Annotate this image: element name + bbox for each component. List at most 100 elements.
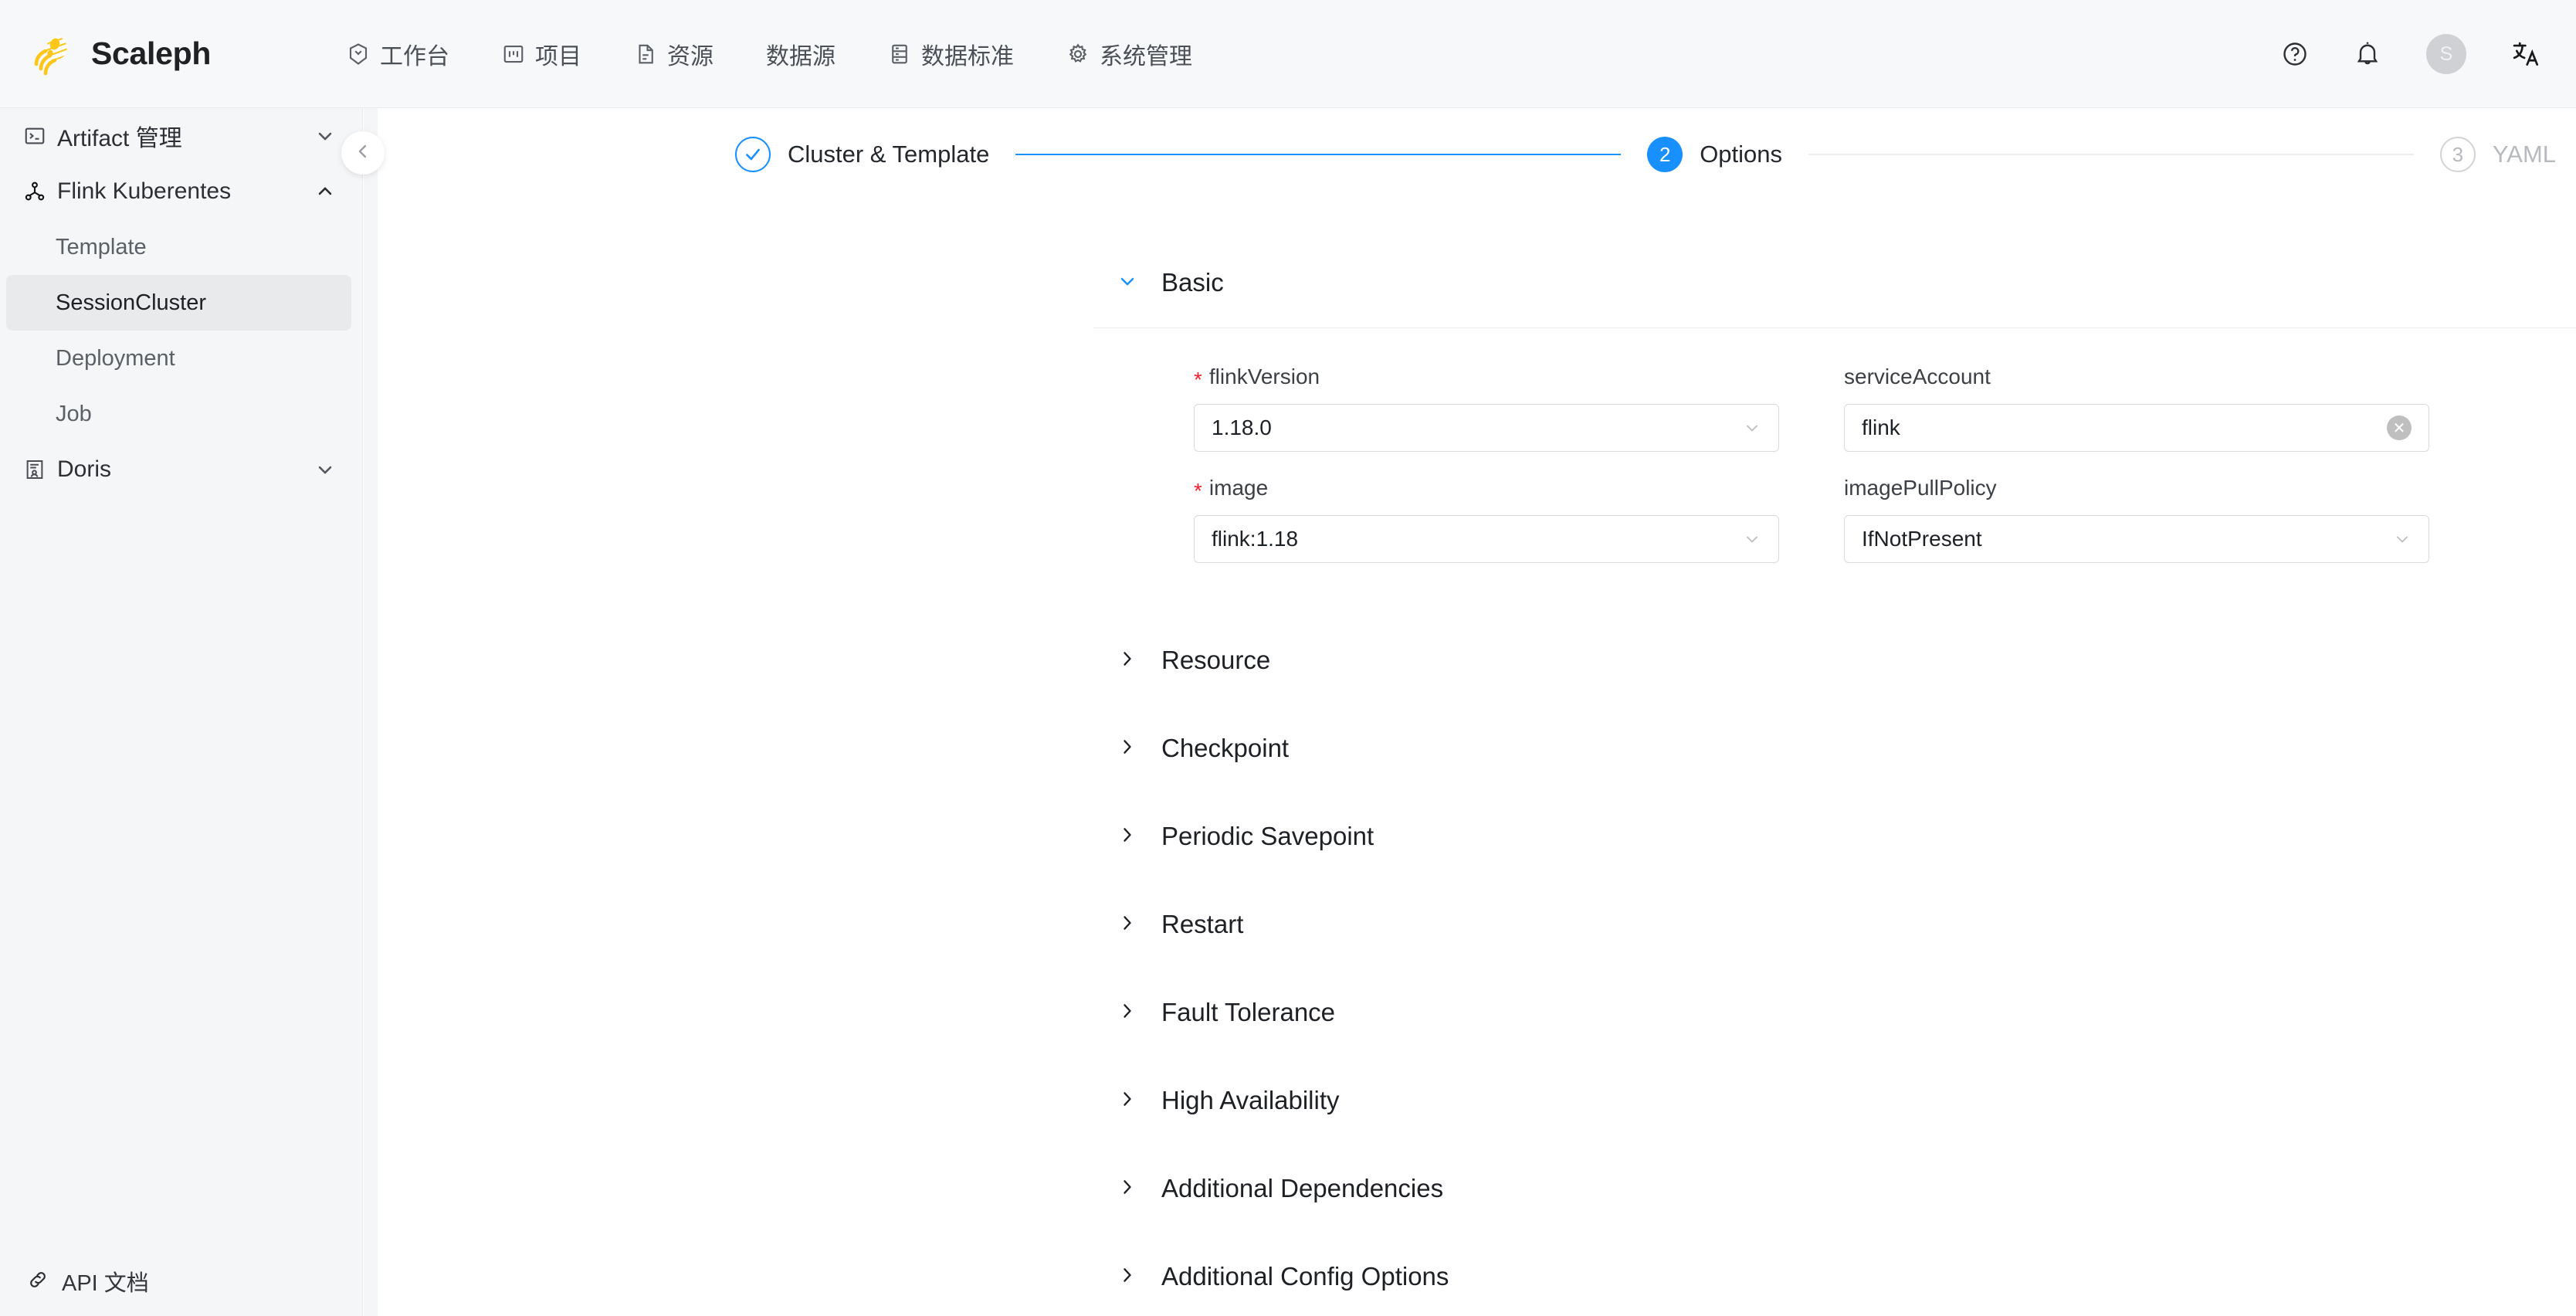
flinkversion-value: 1.18.0 <box>1212 415 1272 439</box>
section-header-additional-config-options[interactable]: Additional Config Options <box>364 1253 2576 1300</box>
grid-spacer <box>1779 473 1844 563</box>
flinkversion-select[interactable]: 1.18.0 <box>1194 404 1779 452</box>
nav-item-label: 数据源 <box>766 43 836 70</box>
sidebar-item-label: Deployment <box>56 345 175 371</box>
help-circle-icon[interactable] <box>2281 40 2309 68</box>
sidebar-collapse-button[interactable] <box>341 131 385 175</box>
brand[interactable]: Scaleph <box>0 32 324 76</box>
chevron-down-icon <box>1117 270 1138 296</box>
imagepullpolicy-value: IfNotPresent <box>1862 527 1982 551</box>
nav-item-resource[interactable]: 资源 <box>631 31 717 77</box>
data-standard-icon <box>888 42 911 66</box>
field-label-text: imagePullPolicy <box>1844 476 1997 500</box>
imagepullpolicy-select[interactable]: IfNotPresent <box>1844 515 2429 563</box>
step-yaml[interactable]: 3 YAML <box>2439 137 2557 172</box>
chevron-down-icon[interactable] <box>1743 530 1761 548</box>
field-label-image: * image <box>1194 473 1779 503</box>
sidebar-group-label: Flink Kuberentes <box>57 178 232 204</box>
sidebar-group-label: Doris <box>57 456 112 482</box>
section-title-checkpoint: Checkpoint <box>1161 734 1290 762</box>
sidebar-group-artifact[interactable]: Artifact 管理 <box>0 108 362 164</box>
chevron-down-icon[interactable] <box>2393 530 2412 548</box>
section-header-periodic-savepoint[interactable]: Periodic Savepoint <box>364 813 2576 860</box>
basic-fields-grid: * flinkVersion 1.18.0 serviceAccount fli… <box>364 362 2576 563</box>
section-header-resource[interactable]: Resource <box>364 637 2576 683</box>
section-header-basic[interactable]: Basic <box>364 255 2576 310</box>
solution-user-icon <box>23 458 54 481</box>
step-cluster-and-template[interactable]: Cluster & Template <box>735 137 989 172</box>
gear-icon <box>1066 42 1090 66</box>
serviceaccount-input[interactable]: flink ✕ <box>1844 404 2429 452</box>
section-header-fault-tolerance[interactable]: Fault Tolerance <box>364 989 2576 1036</box>
sidebar: Artifact 管理 Flink Kuberentes Template Se… <box>0 108 363 1316</box>
nav-item-data-standard[interactable]: 数据标准 <box>885 31 1017 77</box>
step-connector-2 <box>1808 154 2414 155</box>
image-select[interactable]: flink:1.18 <box>1194 515 1779 563</box>
api-docs-link[interactable]: API 文档 <box>0 1246 362 1316</box>
step-3-label: YAML <box>2492 141 2557 168</box>
sidebar-group-label: Artifact 管理 <box>57 126 182 151</box>
chevron-right-icon <box>1117 1264 1138 1290</box>
chevron-right-icon <box>1117 1176 1138 1202</box>
sidebar-group-flink-kuberentes[interactable]: Flink Kuberentes <box>0 164 362 219</box>
sidebar-item-label: Template <box>56 234 147 259</box>
step-1-label: Cluster & Template <box>788 141 990 168</box>
sidebar-item-deployment[interactable]: Deployment <box>0 331 351 386</box>
step-2-index: 2 <box>1647 137 1683 172</box>
sidebar-item-label: SessionCluster <box>56 290 207 315</box>
section-title-fault-tolerance: Fault Tolerance <box>1161 998 1336 1026</box>
nav-item-datasource[interactable]: 数据源 <box>763 31 839 77</box>
field-label-text: serviceAccount <box>1844 365 1991 388</box>
sidebar-item-sessioncluster[interactable]: SessionCluster <box>6 275 351 331</box>
clear-circle-icon[interactable]: ✕ <box>2387 415 2412 440</box>
translate-icon[interactable] <box>2511 39 2540 69</box>
app-header: Scaleph 工作台 项目 资源 数据源 数据标准 系统管理 S <box>0 0 2576 108</box>
bell-icon[interactable] <box>2354 40 2381 68</box>
nav-item-workbench[interactable]: 工作台 <box>344 31 452 77</box>
required-asterisk: * <box>1194 368 1202 392</box>
field-label-text: image <box>1208 476 1269 500</box>
sidebar-group-doris[interactable]: Doris <box>0 442 362 497</box>
section-header-additional-dependencies[interactable]: Additional Dependencies <box>364 1165 2576 1212</box>
jellyfish-logo-icon <box>29 32 74 76</box>
nav-item-project[interactable]: 项目 <box>499 31 585 77</box>
field-image: * image flink:1.18 <box>1194 473 1779 563</box>
chevron-down-icon[interactable] <box>314 459 336 480</box>
console-icon <box>23 124 54 148</box>
section-header-high-availability[interactable]: High Availability <box>364 1077 2576 1124</box>
field-imagepullpolicy: imagePullPolicy IfNotPresent <box>1844 473 2429 563</box>
chevron-right-icon <box>1117 1000 1138 1026</box>
section-title-high-availability: High Availability <box>1161 1086 1340 1114</box>
nav-item-system-management[interactable]: 系统管理 <box>1063 31 1195 77</box>
field-label-text: flinkVersion <box>1208 365 1320 388</box>
avatar[interactable]: S <box>2426 34 2466 74</box>
api-docs-label: API 文档 <box>62 1271 149 1296</box>
clear-glyph: ✕ <box>2387 415 2412 440</box>
sidebar-item-template[interactable]: Template <box>0 219 351 275</box>
chevron-down-icon[interactable] <box>1743 419 1761 437</box>
chevron-up-icon[interactable] <box>314 181 336 202</box>
sidebar-item-job[interactable]: Job <box>0 386 351 442</box>
chevron-right-icon <box>1117 1088 1138 1114</box>
section-header-restart[interactable]: Restart <box>364 901 2576 948</box>
collapsed-sections: Resource Checkpoint Periodic Savepoint R… <box>364 637 2576 1300</box>
field-label-imagepullpolicy: imagePullPolicy <box>1844 473 2429 503</box>
nav-item-label: 项目 <box>535 43 581 70</box>
chevron-right-icon <box>1117 824 1138 850</box>
image-value: flink:1.18 <box>1212 527 1299 551</box>
field-serviceaccount: serviceAccount flink ✕ <box>1844 362 2429 452</box>
sidebar-item-label: Job <box>56 401 92 426</box>
field-flinkversion: * flinkVersion 1.18.0 <box>1194 362 1779 452</box>
chevron-left-icon <box>352 141 374 166</box>
step-options[interactable]: 2 Options <box>1647 137 1782 172</box>
header-actions: S <box>2281 0 2540 108</box>
cluster-icon <box>23 180 54 203</box>
serviceaccount-value: flink <box>1862 415 1900 439</box>
section-header-checkpoint[interactable]: Checkpoint <box>364 725 2576 772</box>
step-2-label: Options <box>1700 141 1783 168</box>
nav-item-label: 资源 <box>667 43 713 70</box>
chevron-right-icon <box>1117 912 1138 938</box>
link-icon <box>26 1268 49 1295</box>
step-connector-1 <box>1015 154 1622 155</box>
chevron-down-icon[interactable] <box>314 125 336 147</box>
